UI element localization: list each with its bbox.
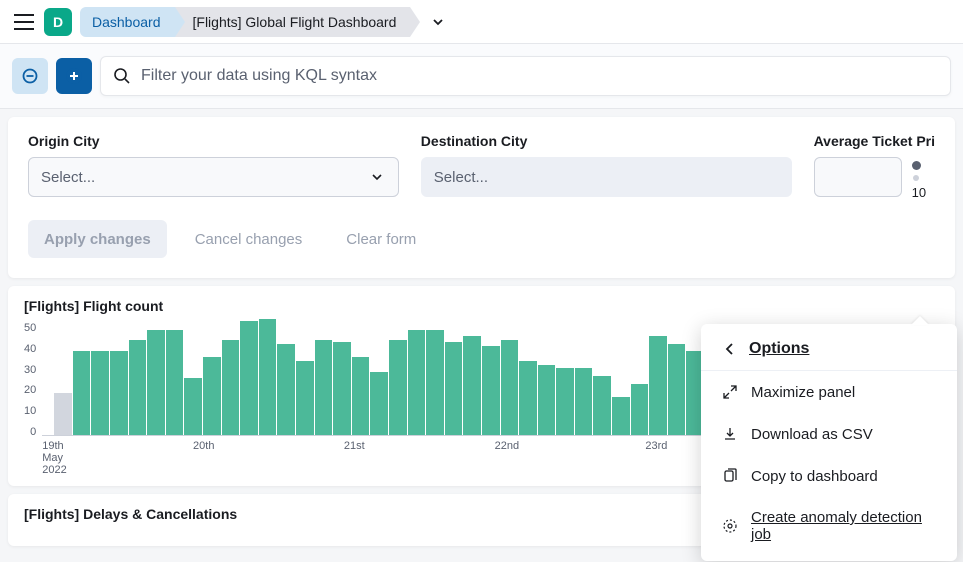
origin-select[interactable]: Select... (28, 157, 399, 197)
popover-title: Options (749, 340, 809, 358)
avg-price-min-value: 10 (912, 185, 926, 200)
chart-bar (129, 340, 147, 435)
destination-label: Destination City (421, 133, 792, 149)
download-icon (721, 425, 739, 443)
back-chevron-icon[interactable] (721, 340, 739, 358)
origin-label: Origin City (28, 133, 399, 149)
chart-bar (482, 346, 500, 435)
chart-bar (184, 378, 202, 435)
avg-price-label: Average Ticket Pri (814, 133, 935, 149)
search-input[interactable] (141, 67, 938, 85)
chart-bar (203, 357, 221, 435)
breadcrumb-dropdown-button[interactable] (428, 15, 448, 29)
app-badge: D (44, 8, 72, 36)
ml-icon (721, 517, 739, 535)
chart-bar (631, 384, 649, 435)
chart-bar (668, 344, 686, 435)
chart-bar (296, 361, 314, 435)
chart-bar (147, 330, 165, 435)
chart-bar (575, 368, 593, 435)
apply-changes-button[interactable]: Apply changes (28, 220, 167, 258)
add-filter-button[interactable] (56, 58, 92, 94)
copy-icon (721, 467, 739, 485)
chart-bar (110, 351, 128, 435)
copy-dashboard-item[interactable]: Copy to dashboard (701, 455, 957, 497)
chart-bar (426, 330, 444, 435)
chart-bar (538, 365, 556, 435)
chart-bar (370, 372, 388, 435)
search-icon (113, 67, 131, 85)
chart-bar (91, 351, 109, 435)
chart-bar (54, 393, 72, 435)
maximize-panel-item[interactable]: Maximize panel (701, 371, 957, 413)
download-csv-item[interactable]: Download as CSV (701, 413, 957, 455)
chart-bar (463, 336, 481, 435)
nav-toggle-button[interactable] (12, 10, 36, 34)
filter-toggle-button[interactable] (12, 58, 48, 94)
chart-bar (73, 351, 91, 435)
popover-item-label: Download as CSV (751, 426, 873, 443)
popover-arrow-icon (911, 316, 929, 325)
destination-select-placeholder: Select... (434, 169, 488, 186)
chart-y-axis: 50403020100 (24, 322, 42, 438)
cancel-changes-button[interactable]: Cancel changes (179, 220, 319, 258)
controls-panel: Origin City Select... Destination City S… (8, 117, 955, 278)
destination-select[interactable]: Select... (421, 157, 792, 197)
chart-bar (352, 357, 370, 435)
chart-bar (222, 340, 240, 435)
popover-item-label: Copy to dashboard (751, 468, 878, 485)
chart-bar (315, 340, 333, 435)
chart-bar (649, 336, 667, 435)
chart-bar (333, 342, 351, 435)
chart-bar (408, 330, 426, 435)
create-anomaly-job-item[interactable]: Create anomaly detection job (701, 497, 957, 555)
breadcrumb: Dashboard [Flights] Global Flight Dashbo… (80, 7, 448, 37)
chart-bar (240, 321, 258, 435)
clear-form-button[interactable]: Clear form (330, 220, 432, 258)
chart-bar (612, 397, 630, 435)
expand-icon (721, 383, 739, 401)
chart-bar (519, 361, 537, 435)
popover-item-label: Maximize panel (751, 384, 855, 401)
search-bar[interactable] (100, 56, 951, 96)
flight-count-title: [Flights] Flight count (8, 298, 955, 318)
chart-bar (259, 319, 277, 435)
origin-select-placeholder: Select... (41, 169, 95, 186)
chart-bar (556, 368, 574, 435)
panel-options-popover: Options Maximize panel Download as CSV C… (701, 324, 957, 561)
breadcrumb-current[interactable]: [Flights] Global Flight Dashboard (175, 7, 411, 37)
chart-bar (501, 340, 519, 435)
breadcrumb-root[interactable]: Dashboard (80, 7, 175, 37)
chart-bar (277, 344, 295, 435)
avg-price-min-input[interactable] (814, 157, 902, 197)
chevron-down-icon (368, 168, 386, 186)
chart-bar (389, 340, 407, 435)
popover-item-label: Create anomaly detection job (751, 509, 937, 543)
chart-bar (166, 330, 184, 435)
range-handle-icons (912, 161, 926, 181)
chart-bar (445, 342, 463, 435)
chart-bar (593, 376, 611, 435)
